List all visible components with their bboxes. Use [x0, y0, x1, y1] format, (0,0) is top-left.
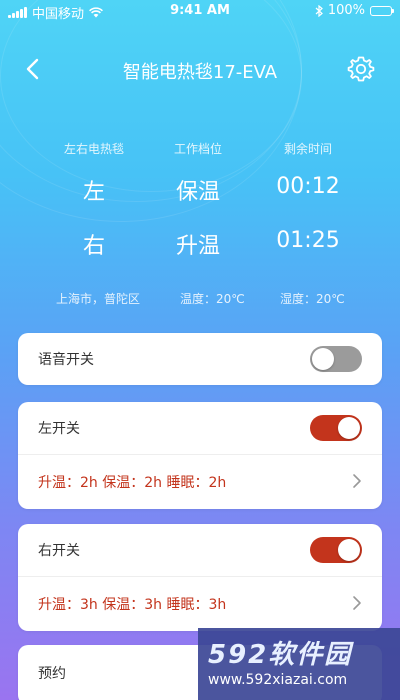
side-value-left: 左 — [82, 180, 105, 205]
mode-value-left: 保温 — [175, 180, 220, 205]
column-header-side: 左右电热毯 — [63, 142, 124, 156]
remaining-value-right: 01:25 — [276, 228, 340, 253]
watermark: 592软件园 www.592xiazai.com — [198, 628, 400, 700]
toggle-knob — [338, 539, 360, 561]
page-title: 智能电热毯17-EVA — [122, 62, 278, 83]
appointment-label: 预约 — [38, 666, 66, 682]
remaining-value-left: 00:12 — [276, 174, 340, 199]
voice-switch-row: 语音开关 — [18, 333, 382, 385]
left-schedule-row[interactable]: 升温：2h 保温：2h 睡眠：2h — [18, 455, 382, 509]
voice-switch-card: 语音开关 — [18, 333, 382, 385]
column-header-mode: 工作档位 — [173, 142, 222, 156]
status-bar: 中国移动 9:41 AM 100% — [0, 0, 400, 22]
watermark-logo: 592软件园 — [208, 640, 353, 670]
side-value-right: 右 — [82, 234, 105, 259]
mode-value-right: 升温 — [175, 234, 220, 259]
settings-button[interactable] — [346, 54, 376, 84]
location-text: 上海市，普陀区 — [56, 292, 141, 306]
gear-icon — [347, 56, 375, 82]
left-toggle[interactable] — [310, 415, 362, 441]
battery-percent: 100% — [327, 3, 365, 18]
toggle-knob — [312, 348, 334, 370]
right-schedule-row[interactable]: 升温：3h 保温：3h 睡眠：3h — [18, 577, 382, 631]
voice-switch-label: 语音开关 — [38, 352, 94, 368]
bluetooth-icon — [315, 4, 323, 17]
right-switch-row: 右开关 — [18, 524, 382, 576]
right-toggle[interactable] — [310, 537, 362, 563]
chevron-right-icon — [353, 474, 361, 488]
nav-bar: 智能电热毯17-EVA — [0, 44, 400, 94]
left-switch-card: 左开关 升温：2h 保温：2h 睡眠：2h — [18, 402, 382, 509]
humidity-text: 湿度：20℃ — [280, 292, 345, 306]
left-switch-row: 左开关 — [18, 402, 382, 454]
toggle-knob — [338, 417, 360, 439]
left-switch-label: 左开关 — [38, 421, 80, 437]
info-panel: 左右电热毯 左 右 工作档位 保温 升温 剩余时间 00:12 01:25 上海… — [0, 130, 400, 310]
left-schedule-text: 升温：2h 保温：2h 睡眠：2h — [38, 475, 227, 491]
column-header-remaining: 剩余时间 — [283, 142, 332, 156]
watermark-url: www.592xiazai.com — [208, 672, 348, 688]
voice-toggle[interactable] — [310, 346, 362, 372]
battery-icon — [370, 5, 394, 16]
right-switch-label: 右开关 — [38, 543, 80, 559]
chevron-right-icon — [353, 596, 361, 610]
right-switch-card: 右开关 升温：3h 保温：3h 睡眠：3h — [18, 524, 382, 631]
status-right: 100% — [315, 3, 394, 18]
app-screen: 中国移动 9:41 AM 100% 智能电热毯17-EVA 左右电热毯 左 右 … — [0, 0, 400, 700]
temperature-text: 温度：20℃ — [180, 292, 245, 306]
right-schedule-text: 升温：3h 保温：3h 睡眠：3h — [38, 597, 227, 613]
